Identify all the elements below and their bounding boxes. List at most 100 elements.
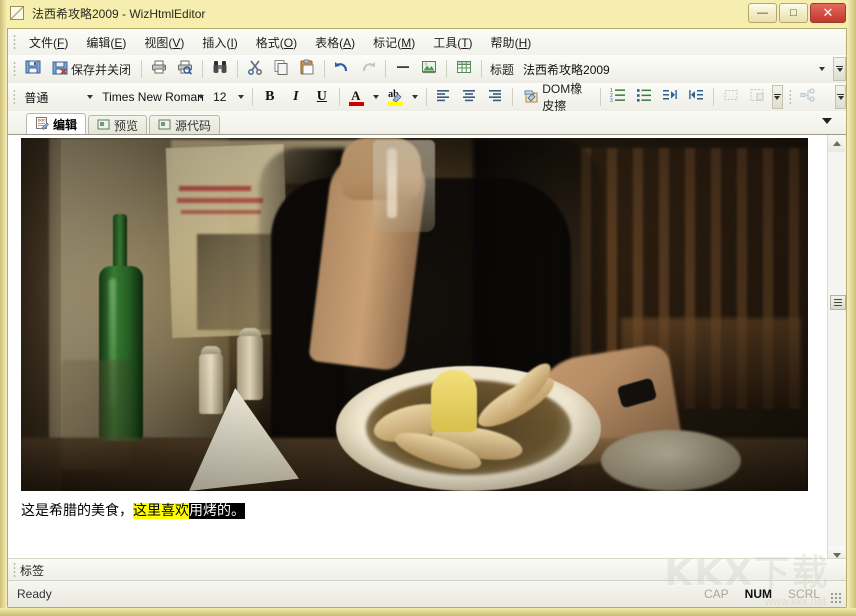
caption-highlighted-text: 这里喜欢 (133, 503, 189, 519)
dom-eraser-icon (523, 88, 539, 107)
toolbar-separator (446, 60, 447, 78)
font-color-dropdown[interactable] (371, 85, 382, 109)
tab-preview[interactable]: 预览 (88, 115, 147, 135)
bold-button[interactable]: B (258, 85, 282, 109)
toolbar3-overflow-button[interactable] (835, 85, 846, 109)
tab-source[interactable]: 源代码 (149, 115, 220, 135)
menu-format[interactable]: 格式(O) (247, 31, 306, 54)
overflow-bar (774, 94, 781, 95)
toolbar-separator (512, 88, 513, 106)
tag-label: 标签 (20, 562, 44, 579)
toolbar2-grip[interactable] (13, 89, 15, 105)
highlight-button[interactable]: ab (384, 85, 408, 109)
horizontal-rule-button[interactable] (391, 57, 415, 81)
editor-resize-handle[interactable] (830, 295, 846, 310)
undo-button[interactable] (330, 57, 354, 81)
print-button[interactable] (147, 57, 171, 81)
menu-format-accel: O (284, 36, 293, 50)
unordered-list-button[interactable] (632, 85, 656, 109)
underline-button[interactable]: U (310, 85, 334, 109)
align-center-button[interactable] (457, 85, 481, 109)
scroll-up-button[interactable] (828, 135, 845, 152)
status-badge-scrl: SCRL (788, 587, 820, 601)
unordered-list-icon (636, 87, 652, 108)
find-button[interactable] (208, 57, 232, 81)
menubar-grip[interactable] (13, 34, 16, 50)
dom-eraser-label: DOM橡皮擦 (542, 80, 590, 114)
insert-table-icon (456, 59, 472, 80)
save-button[interactable] (21, 57, 45, 81)
paragraph-style-select[interactable]: 普通 (19, 88, 97, 107)
print-icon (151, 59, 167, 80)
resize-grip[interactable] (830, 592, 842, 604)
chevron-down-icon[interactable] (819, 67, 825, 71)
toolbar3-grip[interactable] (789, 89, 791, 105)
menu-edit-accel: E (114, 36, 122, 50)
chevron-down-icon[interactable] (87, 95, 93, 99)
menu-help[interactable]: 帮助(H) (482, 31, 541, 54)
toolbar-separator (237, 60, 238, 78)
align-left-button[interactable] (431, 85, 455, 109)
status-badge-num: NUM (745, 587, 772, 601)
menu-mark-label: 标记 (373, 36, 397, 50)
menu-view[interactable]: 视图(V) (135, 31, 193, 54)
toolbar1-grip[interactable] (13, 61, 16, 77)
menu-file[interactable]: 文件(F) (20, 31, 77, 54)
insert-table-button[interactable] (452, 57, 476, 81)
menu-help-label: 帮助 (491, 36, 515, 50)
editor-content[interactable]: 这是希腊的美食，这里喜欢用烤的。 (8, 135, 828, 564)
highlight-dropdown[interactable] (410, 85, 421, 109)
indent-increase-button[interactable] (658, 85, 682, 109)
inserted-photo[interactable] (21, 138, 808, 491)
bold-icon: B (265, 89, 274, 105)
print-preview-button[interactable] (173, 57, 197, 81)
font-family-select[interactable]: Times New Roman (97, 88, 208, 107)
chevron-down-icon (412, 95, 418, 99)
italic-button[interactable]: I (284, 85, 308, 109)
doc-edit-icon: DOC (35, 116, 49, 133)
font-color-swatch (349, 102, 364, 106)
dom-tree-button[interactable] (796, 85, 820, 109)
toolbar1-overflow-button[interactable] (833, 57, 846, 81)
border-button[interactable] (719, 85, 743, 109)
chevron-down-icon[interactable] (238, 95, 244, 99)
window-title: 法西希攻略2009 - WizHtmlEditor (32, 5, 205, 22)
copy-button[interactable] (269, 57, 293, 81)
tagbar-grip[interactable] (13, 562, 16, 578)
align-right-button[interactable] (483, 85, 507, 109)
cut-button[interactable] (243, 57, 267, 81)
editor-vertical-scrollbar[interactable] (827, 135, 846, 564)
save-and-close-icon (52, 60, 68, 79)
caption-plain-text: 这是希腊的美食， (21, 503, 133, 519)
minimize-icon: — (749, 4, 776, 22)
maximize-button[interactable]: □ (779, 3, 808, 23)
indent-decrease-button[interactable] (684, 85, 708, 109)
italic-icon: I (293, 89, 298, 105)
menu-bar: 文件(F) 编辑(E) 视图(V) 插入(I) 格式(O) 表格(A) 标记(M… (8, 29, 846, 56)
dom-eraser-button[interactable]: DOM橡皮擦 (518, 85, 595, 109)
title-input[interactable]: 法西希攻略2009 (518, 60, 829, 79)
insert-image-button[interactable] (417, 57, 441, 81)
close-button[interactable]: ✕ (810, 3, 846, 23)
cut-scissors-icon (247, 59, 263, 80)
font-size-select[interactable]: 12 (208, 88, 248, 107)
tab-edit[interactable]: DOC 编辑 (26, 113, 86, 135)
page-properties-button[interactable] (745, 85, 769, 109)
font-color-button[interactable]: A (345, 85, 369, 109)
toolbar2-overflow-button[interactable] (772, 85, 783, 109)
save-and-close-button[interactable]: 保存并关闭 (47, 57, 136, 81)
tabstrip-chevron-down-icon[interactable] (822, 118, 832, 124)
caption-paragraph[interactable]: 这是希腊的美食，这里喜欢用烤的。 (21, 501, 828, 521)
redo-button[interactable] (356, 57, 380, 81)
menu-insert[interactable]: 插入(I) (193, 31, 246, 54)
menu-mark[interactable]: 标记(M) (364, 31, 424, 54)
minimize-button[interactable]: — (748, 3, 777, 23)
chevron-down-icon[interactable] (198, 95, 204, 99)
tab-preview-label: 预览 (114, 117, 138, 134)
tab-edit-label: 编辑 (53, 116, 77, 133)
menu-tools[interactable]: 工具(T) (424, 31, 481, 54)
menu-table[interactable]: 表格(A) (306, 31, 364, 54)
paste-button[interactable] (295, 57, 319, 81)
ordered-list-button[interactable]: 123 (606, 85, 630, 109)
menu-edit[interactable]: 编辑(E) (77, 31, 135, 54)
